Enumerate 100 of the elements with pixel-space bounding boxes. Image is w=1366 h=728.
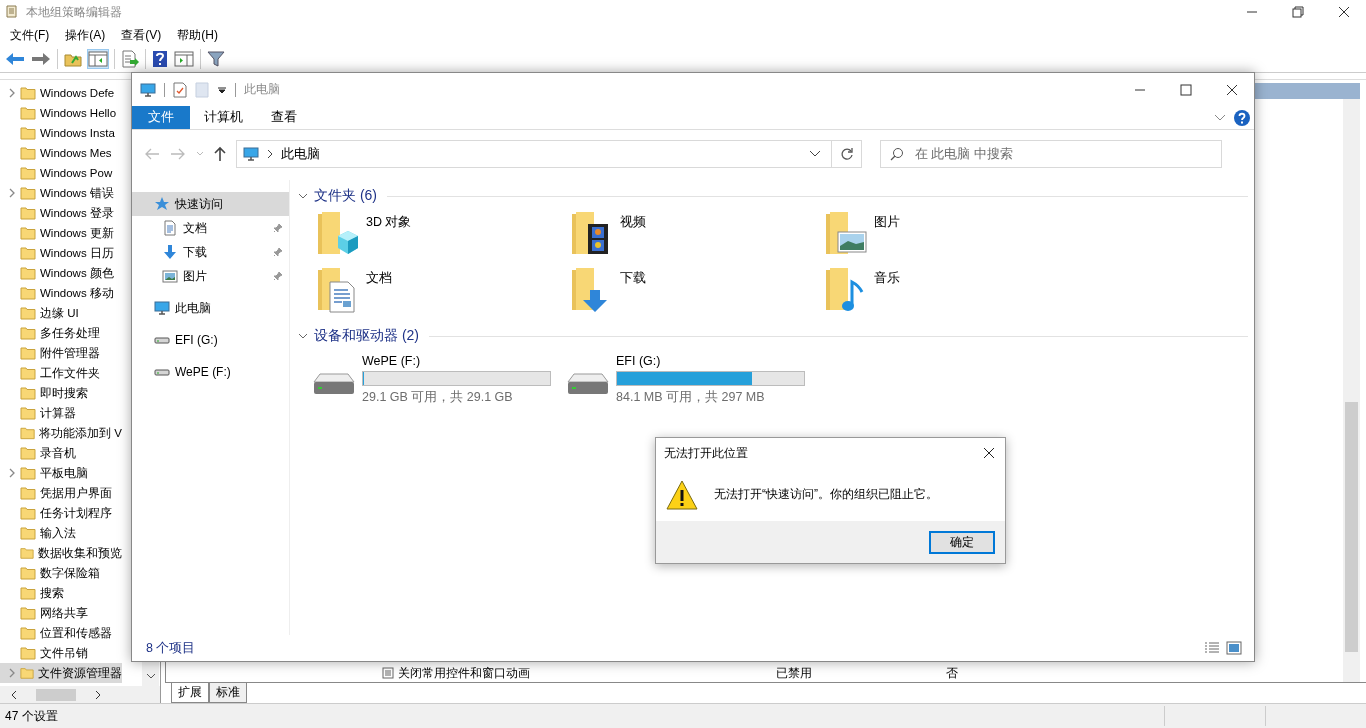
- refresh-button[interactable]: [832, 140, 862, 168]
- filter-icon[interactable]: [207, 50, 225, 68]
- folder-item[interactable]: 3D 对象: [316, 210, 570, 266]
- pin-icon[interactable]: [273, 271, 283, 281]
- tree-item[interactable]: Windows 日历: [0, 243, 122, 263]
- ribbon-tab[interactable]: 查看: [257, 106, 311, 129]
- tree-item[interactable]: 位置和传感器: [0, 623, 122, 643]
- folder-item[interactable]: 下载: [570, 266, 824, 322]
- tree-item[interactable]: Windows 登录: [0, 203, 122, 223]
- folder-item[interactable]: 视频: [570, 210, 824, 266]
- ribbon-tab[interactable]: 文件: [132, 106, 190, 129]
- dropdown-icon[interactable]: [809, 150, 821, 158]
- address-bar[interactable]: 此电脑: [236, 140, 832, 168]
- close-icon[interactable]: [1338, 6, 1350, 18]
- nav-item[interactable]: 下载: [132, 240, 289, 264]
- menu-item[interactable]: 查看(V): [121, 26, 162, 44]
- tree-item[interactable]: 即时搜索: [0, 383, 122, 403]
- tree-item[interactable]: 输入法: [0, 523, 122, 543]
- close-icon[interactable]: [1226, 83, 1238, 96]
- panel-icon[interactable]: [88, 50, 108, 68]
- pin-icon[interactable]: [273, 247, 283, 257]
- tree-item[interactable]: 文件资源管理器: [0, 663, 122, 683]
- ribbon-tab[interactable]: 计算机: [190, 106, 257, 129]
- tree-item[interactable]: Windows 移动: [0, 283, 122, 303]
- chevron-icon[interactable]: [298, 331, 308, 341]
- tree-item[interactable]: 搜索: [0, 583, 122, 603]
- scrollbar[interactable]: [0, 686, 160, 703]
- star-icon: [154, 196, 170, 212]
- folder-up-icon[interactable]: [64, 51, 82, 67]
- folder-item[interactable]: 图片: [824, 210, 1078, 266]
- tree-item[interactable]: 网络共享: [0, 603, 122, 623]
- export-list-icon[interactable]: [121, 50, 139, 68]
- back-arrow-icon[interactable]: [5, 51, 25, 67]
- tree-item[interactable]: 录音机: [0, 443, 122, 463]
- menu-item[interactable]: 帮助(H): [177, 26, 218, 44]
- scroll-left-icon[interactable]: [10, 689, 18, 700]
- tree-item[interactable]: 数据收集和预览: [0, 543, 122, 563]
- dropdown-icon[interactable]: [217, 84, 227, 95]
- tree-item[interactable]: 任务计划程序: [0, 503, 122, 523]
- tree-item[interactable]: 将功能添加到 V: [0, 423, 122, 443]
- folder-item[interactable]: 文档: [316, 266, 570, 322]
- close-icon[interactable]: [983, 447, 995, 459]
- large-icons-view-icon[interactable]: [1226, 641, 1242, 655]
- tree-item[interactable]: Windows Mes: [0, 143, 122, 163]
- nav-item[interactable]: WePE (F:): [132, 360, 289, 384]
- nav-item[interactable]: 快速访问: [132, 192, 289, 216]
- folder-item[interactable]: 音乐: [824, 266, 1078, 322]
- tree-item[interactable]: Windows 颜色: [0, 263, 122, 283]
- tree-item[interactable]: Windows 更新: [0, 223, 122, 243]
- forward-arrow-icon[interactable]: [31, 51, 51, 67]
- tree-item[interactable]: Windows Defe: [0, 83, 122, 103]
- help-icon[interactable]: [152, 50, 168, 68]
- recent-dropdown-icon[interactable]: [196, 151, 204, 157]
- tree-item[interactable]: 凭据用户界面: [0, 483, 122, 503]
- back-icon[interactable]: [144, 148, 160, 160]
- scrollbar[interactable]: [1343, 99, 1360, 682]
- section-title[interactable]: 文件夹 (6): [314, 187, 377, 205]
- details-view-icon[interactable]: [1204, 641, 1220, 655]
- panel-icon[interactable]: [174, 50, 194, 68]
- nav-item[interactable]: 文档: [132, 216, 289, 240]
- view-tab[interactable]: 扩展: [171, 683, 209, 703]
- tree-item[interactable]: 多任务处理: [0, 323, 122, 343]
- menu-item[interactable]: 操作(A): [65, 26, 106, 44]
- scroll-right-icon[interactable]: [94, 689, 102, 700]
- tree-item[interactable]: 文件吊销: [0, 643, 122, 663]
- ok-button[interactable]: 确定: [929, 530, 995, 554]
- drive-space-text: 84.1 MB 可用，共 297 MB: [616, 389, 766, 406]
- tree-item[interactable]: 平板电脑: [0, 463, 122, 483]
- up-icon[interactable]: [214, 146, 226, 162]
- tree-item[interactable]: 数字保险箱: [0, 563, 122, 583]
- tree-item[interactable]: 边缘 UI: [0, 303, 122, 323]
- folder-icon: [20, 365, 36, 381]
- restore-icon[interactable]: [1292, 6, 1304, 18]
- tree-item[interactable]: Windows Pow: [0, 163, 122, 183]
- section-title[interactable]: 设备和驱动器 (2): [314, 327, 419, 345]
- folder-icon: [20, 525, 36, 541]
- maximize-icon[interactable]: [1180, 83, 1192, 96]
- nav-item[interactable]: EFI (G:): [132, 328, 289, 352]
- drive-name[interactable]: EFI (G:): [616, 354, 805, 368]
- folder-icon: [20, 485, 36, 501]
- help-icon[interactable]: [1234, 109, 1250, 126]
- nav-item[interactable]: 图片: [132, 264, 289, 288]
- forward-icon[interactable]: [170, 148, 186, 160]
- tree-item[interactable]: Windows Hello: [0, 103, 122, 123]
- tree-item[interactable]: 计算器: [0, 403, 122, 423]
- pin-icon[interactable]: [273, 223, 283, 233]
- properties-icon[interactable]: [173, 81, 187, 98]
- view-tab[interactable]: 标准: [209, 683, 247, 703]
- tree-item[interactable]: Windows 错误: [0, 183, 122, 203]
- menu-item[interactable]: 文件(F): [10, 26, 50, 44]
- search-field[interactable]: 在 此电脑 中搜索: [880, 140, 1222, 168]
- tree-item[interactable]: 工作文件夹: [0, 363, 122, 383]
- drive-name[interactable]: WePE (F:): [362, 354, 551, 368]
- expand-ribbon-icon[interactable]: [1214, 113, 1226, 122]
- computer-icon: [243, 146, 259, 162]
- nav-item[interactable]: 此电脑: [132, 296, 289, 320]
- scroll-down-icon[interactable]: [145, 672, 156, 680]
- tree-item[interactable]: Windows Insta: [0, 123, 122, 143]
- chevron-icon[interactable]: [298, 191, 308, 201]
- tree-item[interactable]: 附件管理器: [0, 343, 122, 363]
